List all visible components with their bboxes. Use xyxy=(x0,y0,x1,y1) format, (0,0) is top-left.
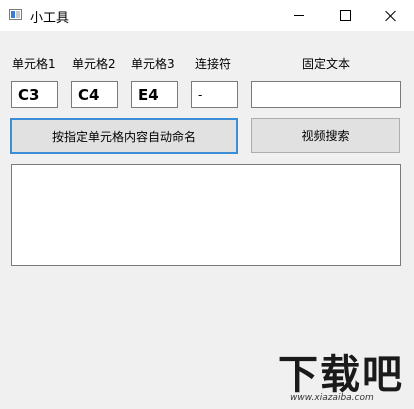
cell2-label: 单元格2 xyxy=(72,57,116,71)
watermark-logo: 下载吧 www.xiazaiba.com xyxy=(278,340,410,406)
watermark-url: www.xiazaiba.com xyxy=(290,393,374,403)
cell3-input[interactable] xyxy=(131,81,178,108)
app-window: 小工具 单元格1 单元格2 单元格3 连接符 固定文本 按指定单元格内容自动命名… xyxy=(0,0,414,409)
auto-name-button[interactable]: 按指定单元格内容自动命名 xyxy=(10,118,238,154)
fixed-text-label: 固定文本 xyxy=(302,57,351,71)
title-bar[interactable]: 小工具 xyxy=(0,0,414,31)
cell1-input[interactable] xyxy=(11,81,58,108)
minimize-icon xyxy=(294,15,304,16)
app-window-icon xyxy=(9,9,22,20)
close-icon xyxy=(385,10,397,22)
cell3-label: 单元格3 xyxy=(131,57,175,71)
watermark-text: 下载吧 xyxy=(278,352,404,398)
fixed-text-input[interactable] xyxy=(251,81,401,108)
close-button[interactable] xyxy=(368,0,414,31)
connector-label: 连接符 xyxy=(195,57,232,71)
minimize-button[interactable] xyxy=(276,0,322,31)
maximize-button[interactable] xyxy=(322,0,368,31)
cell1-label: 单元格1 xyxy=(12,57,56,71)
window-title: 小工具 xyxy=(30,11,70,26)
video-search-button[interactable]: 视频搜索 xyxy=(251,118,400,153)
output-textarea[interactable] xyxy=(11,164,401,266)
connector-input[interactable] xyxy=(191,81,238,108)
maximize-icon xyxy=(339,10,351,21)
cell2-input[interactable] xyxy=(71,81,118,108)
